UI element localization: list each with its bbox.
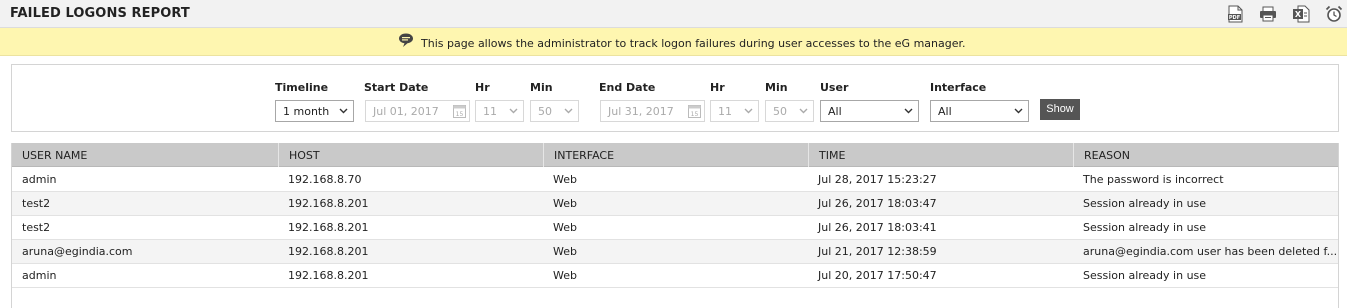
chevron-down-icon <box>509 108 518 114</box>
cell-host: 192.168.8.201 <box>288 197 369 210</box>
cell-host: 192.168.8.201 <box>288 221 369 234</box>
end-calendar-day: 15 <box>691 111 699 118</box>
speech-bubble-icon <box>398 32 414 48</box>
cell-time: Jul 26, 2017 18:03:41 <box>818 221 937 234</box>
start-hr-select[interactable]: 11 <box>475 100 524 122</box>
table-row[interactable]: admin 192.168.8.70 Web Jul 28, 2017 15:2… <box>12 168 1338 192</box>
cell-interface: Web <box>553 221 577 234</box>
show-button[interactable]: Show <box>1040 99 1080 120</box>
cell-user-name: test2 <box>22 221 51 234</box>
end-min-select[interactable]: 50 <box>765 100 814 122</box>
cell-host: 192.168.8.70 <box>288 173 362 186</box>
start-hr-label: Hr <box>475 81 490 94</box>
report-header: FAILED LOGONS REPORT PDF X <box>0 0 1347 28</box>
start-date-field[interactable]: Jul 01, 2017 15 <box>365 100 470 122</box>
cell-reason: The password is incorrect <box>1083 173 1224 186</box>
end-hr-select[interactable]: 11 <box>710 100 759 122</box>
end-min-label: Min <box>765 81 788 94</box>
timeline-value: 1 month <box>283 105 330 118</box>
end-date-label: End Date <box>599 81 656 94</box>
interface-value: All <box>938 105 952 118</box>
table-row[interactable]: admin 192.168.8.201 Web Jul 20, 2017 17:… <box>12 264 1338 288</box>
chevron-down-icon <box>744 108 753 114</box>
cell-reason: Session already in use <box>1083 269 1207 282</box>
filter-panel: Timeline 1 month Start Date Jul 01, 2017… <box>11 64 1339 132</box>
chevron-down-icon <box>904 108 913 114</box>
timeline-label: Timeline <box>275 81 329 94</box>
start-min-label: Min <box>530 81 553 94</box>
cell-user-name: aruna@egindia.com <box>22 245 133 258</box>
chevron-down-icon <box>799 108 808 114</box>
column-header-interface[interactable]: INTERFACE <box>543 143 808 167</box>
cell-interface: Web <box>553 197 577 210</box>
print-icon[interactable] <box>1259 5 1277 23</box>
end-hr-value: 11 <box>718 105 732 118</box>
column-header-user-name[interactable]: USER NAME <box>12 143 278 167</box>
cell-reason: Session already in use <box>1083 221 1207 234</box>
cell-reason: aruna@egindia.com user has been deleted … <box>1083 245 1338 258</box>
chevron-down-icon <box>339 108 348 114</box>
cell-user-name: test2 <box>22 197 51 210</box>
user-select[interactable]: All <box>820 100 919 122</box>
cell-reason: Session already in use <box>1083 197 1207 210</box>
excel-icon[interactable]: X <box>1292 5 1310 23</box>
calendar-icon[interactable]: 15 <box>453 104 466 118</box>
info-banner: This page allows the administrator to tr… <box>0 28 1347 56</box>
page-title: FAILED LOGONS REPORT <box>10 6 190 21</box>
cell-host: 192.168.8.201 <box>288 269 369 282</box>
failed-logons-table: USER NAME HOST INTERFACE TIME REASON adm… <box>11 143 1339 308</box>
excel-icon-label: X <box>1295 10 1302 19</box>
start-min-select[interactable]: 50 <box>530 100 579 122</box>
table-row[interactable]: test2 192.168.8.201 Web Jul 26, 2017 18:… <box>12 192 1338 216</box>
cell-time: Jul 21, 2017 12:38:59 <box>818 245 937 258</box>
end-hr-label: Hr <box>710 81 725 94</box>
cell-interface: Web <box>553 173 577 186</box>
cell-time: Jul 20, 2017 17:50:47 <box>818 269 937 282</box>
table-row[interactable]: test2 192.168.8.201 Web Jul 26, 2017 18:… <box>12 216 1338 240</box>
user-value: All <box>828 105 842 118</box>
pdf-icon[interactable]: PDF <box>1227 5 1245 23</box>
column-header-reason[interactable]: REASON <box>1073 143 1340 167</box>
calendar-icon[interactable]: 15 <box>688 104 701 118</box>
column-header-time[interactable]: TIME <box>808 143 1073 167</box>
end-date-field[interactable]: Jul 31, 2017 15 <box>600 100 705 122</box>
chevron-down-icon <box>1014 108 1023 114</box>
cell-host: 192.168.8.201 <box>288 245 369 258</box>
pdf-icon-label: PDF <box>1229 15 1240 21</box>
start-calendar-day: 15 <box>456 111 464 118</box>
end-min-value: 50 <box>773 105 787 118</box>
start-hr-value: 11 <box>483 105 497 118</box>
cell-interface: Web <box>553 245 577 258</box>
start-date-label: Start Date <box>364 81 429 94</box>
interface-select[interactable]: All <box>930 100 1029 122</box>
table-row[interactable]: aruna@egindia.com 192.168.8.201 Web Jul … <box>12 240 1338 264</box>
table-header: USER NAME HOST INTERFACE TIME REASON <box>12 143 1338 167</box>
interface-label: Interface <box>930 81 987 94</box>
start-date-value: Jul 01, 2017 <box>373 105 439 118</box>
cell-interface: Web <box>553 269 577 282</box>
cell-time: Jul 26, 2017 18:03:47 <box>818 197 937 210</box>
info-text: This page allows the administrator to tr… <box>421 37 966 50</box>
alarm-clock-icon[interactable] <box>1325 5 1343 23</box>
cell-time: Jul 28, 2017 15:23:27 <box>818 173 937 186</box>
cell-user-name: admin <box>22 173 57 186</box>
cell-user-name: admin <box>22 269 57 282</box>
start-min-value: 50 <box>538 105 552 118</box>
user-label: User <box>820 81 849 94</box>
end-date-value: Jul 31, 2017 <box>608 105 674 118</box>
column-header-host[interactable]: HOST <box>278 143 543 167</box>
timeline-select[interactable]: 1 month <box>275 100 354 122</box>
chevron-down-icon <box>564 108 573 114</box>
